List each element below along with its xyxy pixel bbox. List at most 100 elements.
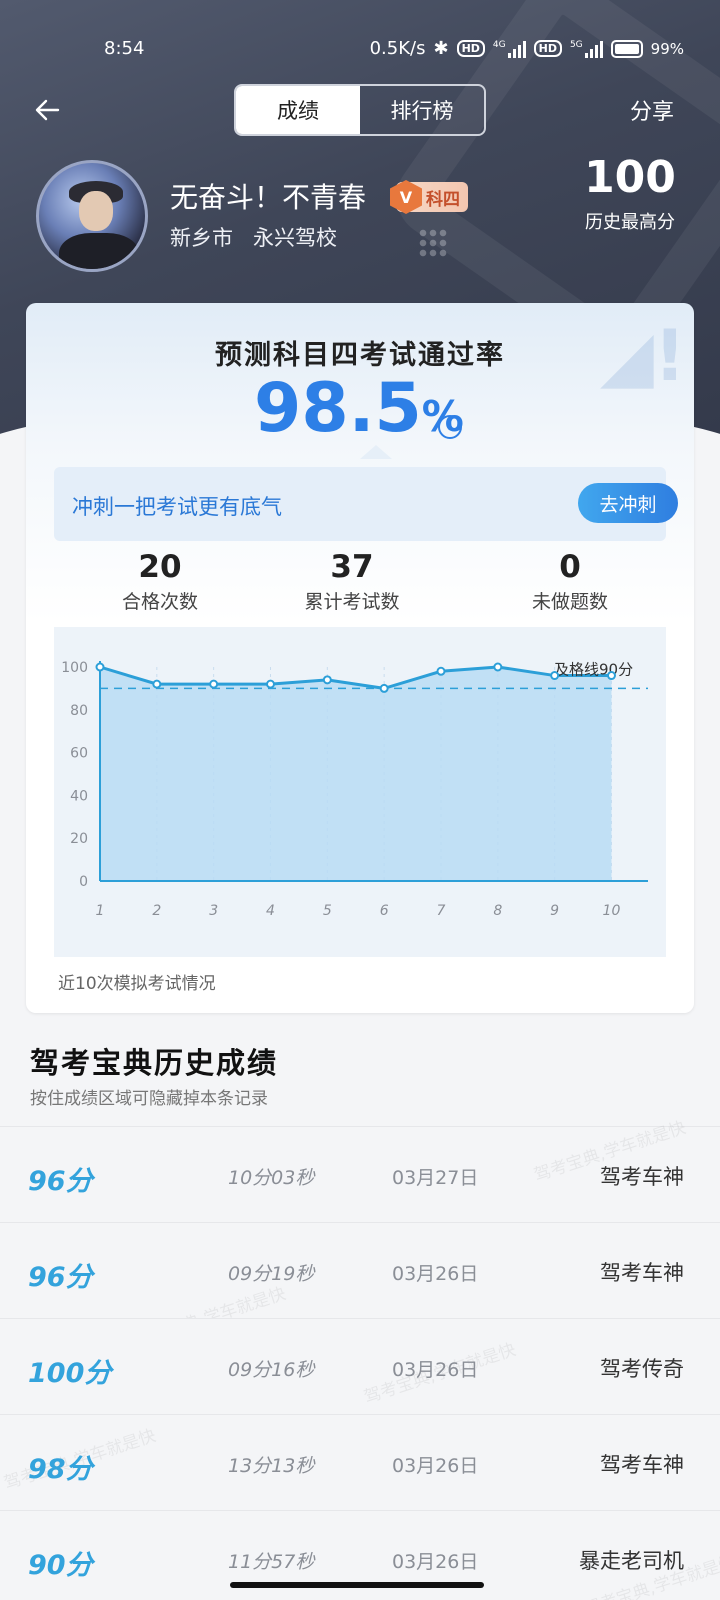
history-score: 98分 xyxy=(28,1454,93,1485)
history-date: 03月26日 xyxy=(392,1455,479,1477)
status-bar: 8:54 0.5K/s ✱ HD 4G HD 5G 99% xyxy=(0,34,720,66)
history-subtitle: 按住成绩区域可隐藏掉本条记录 xyxy=(30,1089,268,1109)
x-tick-label: 1 xyxy=(96,903,105,919)
data-point xyxy=(606,671,616,681)
card-notch xyxy=(360,445,392,459)
home-indicator[interactable] xyxy=(230,1582,484,1588)
stat-unanswered: 0 未做题数 xyxy=(470,549,670,614)
x-tick-label: 4 xyxy=(266,903,275,919)
score-area xyxy=(100,667,612,881)
hd-icon-2: HD xyxy=(533,40,562,57)
stat-label: 未做题数 xyxy=(531,591,608,613)
data-point xyxy=(436,666,446,676)
history-date: 03月27日 xyxy=(392,1167,479,1189)
best-score: 100 xyxy=(584,152,676,203)
dots-pattern-icon xyxy=(418,228,448,258)
history-duration: 09分16秒 xyxy=(228,1359,315,1381)
y-tick-label: 0 xyxy=(79,874,88,890)
data-point xyxy=(322,675,332,685)
subject-badge-label: 科四 xyxy=(426,189,460,210)
history-list: 驾考宝典,学车就是快96分10分03秒03月27日驾考车神驾考宝典,学车就是快9… xyxy=(0,1118,720,1600)
net-speed: 0.5K/s xyxy=(369,38,426,59)
data-point xyxy=(209,679,219,689)
signal-5g-icon: 5G xyxy=(570,40,603,58)
chart-caption: 近10次模拟考试情况 xyxy=(58,974,216,994)
x-tick-label: 7 xyxy=(437,903,446,919)
history-row[interactable]: 驾考宝典,学车就是快 100分 09分16秒 03月26日 驾考传奇 xyxy=(0,1318,720,1414)
history-duration: 11分57秒 xyxy=(228,1551,315,1573)
signal-4g-icon: 4G xyxy=(493,40,526,58)
user-school: 永兴驾校 xyxy=(253,226,338,250)
battery-icon xyxy=(610,39,643,58)
pass-rate-value: 98.5 xyxy=(254,369,422,448)
data-point xyxy=(550,671,560,681)
y-tick-label: 20 xyxy=(70,831,88,847)
history-date: 03月26日 xyxy=(392,1359,479,1381)
x-tick-label: 9 xyxy=(550,903,559,919)
stat-total-exams: 37 累计考试数 xyxy=(252,549,452,614)
hd-icon: HD xyxy=(456,40,485,57)
pass-line-label: 及格线90分 xyxy=(554,660,633,678)
prediction-title: 预测科目四考试通过率 xyxy=(215,340,505,371)
x-tick-label: 10 xyxy=(603,903,621,919)
user-location: 新乡市 永兴驾校 xyxy=(170,222,337,252)
sprint-text: 冲刺一把考试更有底气 xyxy=(72,495,282,519)
battery-level: 99% xyxy=(650,39,684,58)
user-name: 无奋斗！不青春 xyxy=(170,181,367,214)
prediction-card: ◢! 预测科目四考试通过率 98.5% › 冲刺一把考试更有底气 去冲刺 20 … xyxy=(26,303,694,1013)
history-row[interactable]: 驾考宝典,学车就是快 96分 10分03秒 03月27日 驾考车神 xyxy=(0,1118,720,1222)
history-row[interactable]: 驾考宝典,学车就是快 98分 13分13秒 03月26日 驾考车神 xyxy=(0,1414,720,1510)
tab-ranking[interactable]: 排行榜 xyxy=(360,86,484,134)
stat-passed: 20 合格次数 xyxy=(60,549,260,614)
history-duration: 10分03秒 xyxy=(228,1167,315,1189)
history-duration: 13分13秒 xyxy=(228,1455,315,1477)
y-tick-label: 40 xyxy=(70,788,88,804)
x-tick-label: 5 xyxy=(323,903,332,919)
x-tick-label: 8 xyxy=(493,903,502,919)
back-arrow-icon[interactable] xyxy=(32,94,64,126)
subject-badge: V 科四 xyxy=(390,180,468,214)
stat-value: 37 xyxy=(330,549,374,585)
chevron-right-icon[interactable]: › xyxy=(438,415,462,439)
y-tick-label: 80 xyxy=(70,703,88,719)
history-score: 90分 xyxy=(28,1550,93,1581)
history-row[interactable]: 驾考宝典,学车就是快96分09分19秒03月26日驾考车神 xyxy=(0,1222,720,1352)
history-title-badge: 暴走老司机 xyxy=(579,1549,684,1573)
sprint-banner[interactable]: 冲刺一把考试更有底气 去冲刺 xyxy=(54,467,678,541)
history-title-badge: 驾考车神 xyxy=(600,1453,684,1477)
y-tick-label: 100 xyxy=(61,660,88,676)
sprint-button[interactable]: 去冲刺 xyxy=(578,483,678,523)
data-point xyxy=(493,662,503,672)
history-title-badge: 驾考传奇 xyxy=(600,1357,684,1381)
history-title-badge: 驾考车神 xyxy=(600,1165,684,1189)
history-score: 96分 xyxy=(28,1262,93,1293)
history-score: 96分 xyxy=(28,1166,93,1197)
user-city: 新乡市 xyxy=(170,226,233,250)
history-date: 03月26日 xyxy=(392,1263,479,1285)
best-score-label: 历史最高分 xyxy=(585,212,675,233)
tab-switcher: 成绩 排行榜 xyxy=(234,84,486,136)
stat-value: 20 xyxy=(138,549,182,585)
x-tick-label: 6 xyxy=(380,903,389,919)
data-point xyxy=(95,662,105,672)
pass-rate[interactable]: 98.5% xyxy=(254,369,464,448)
y-tick-label: 60 xyxy=(70,746,88,762)
history-score: 100分 xyxy=(28,1358,112,1389)
stat-label: 累计考试数 xyxy=(304,591,400,613)
status-time: 8:54 xyxy=(104,38,145,59)
data-point xyxy=(265,679,275,689)
x-tick-label: 2 xyxy=(152,903,161,919)
avatar[interactable] xyxy=(36,160,148,272)
score-chart: 及格线90分 0 20 40 60 80 100 1 2 3 4 5 6 7 8 9 10 xyxy=(61,660,648,919)
data-point xyxy=(379,683,389,693)
history-title: 驾考宝典历史成绩 xyxy=(30,1046,279,1080)
bluetooth-icon: ✱ xyxy=(433,38,449,59)
tab-scores[interactable]: 成绩 xyxy=(236,86,360,134)
x-tick-label: 3 xyxy=(209,903,218,919)
data-point xyxy=(152,679,162,689)
stat-value: 0 xyxy=(559,549,581,585)
share-button[interactable]: 分享 xyxy=(630,94,674,126)
stat-label: 合格次数 xyxy=(121,591,198,613)
history-title-badge: 驾考车神 xyxy=(600,1261,684,1285)
history-duration: 09分19秒 xyxy=(228,1263,315,1285)
